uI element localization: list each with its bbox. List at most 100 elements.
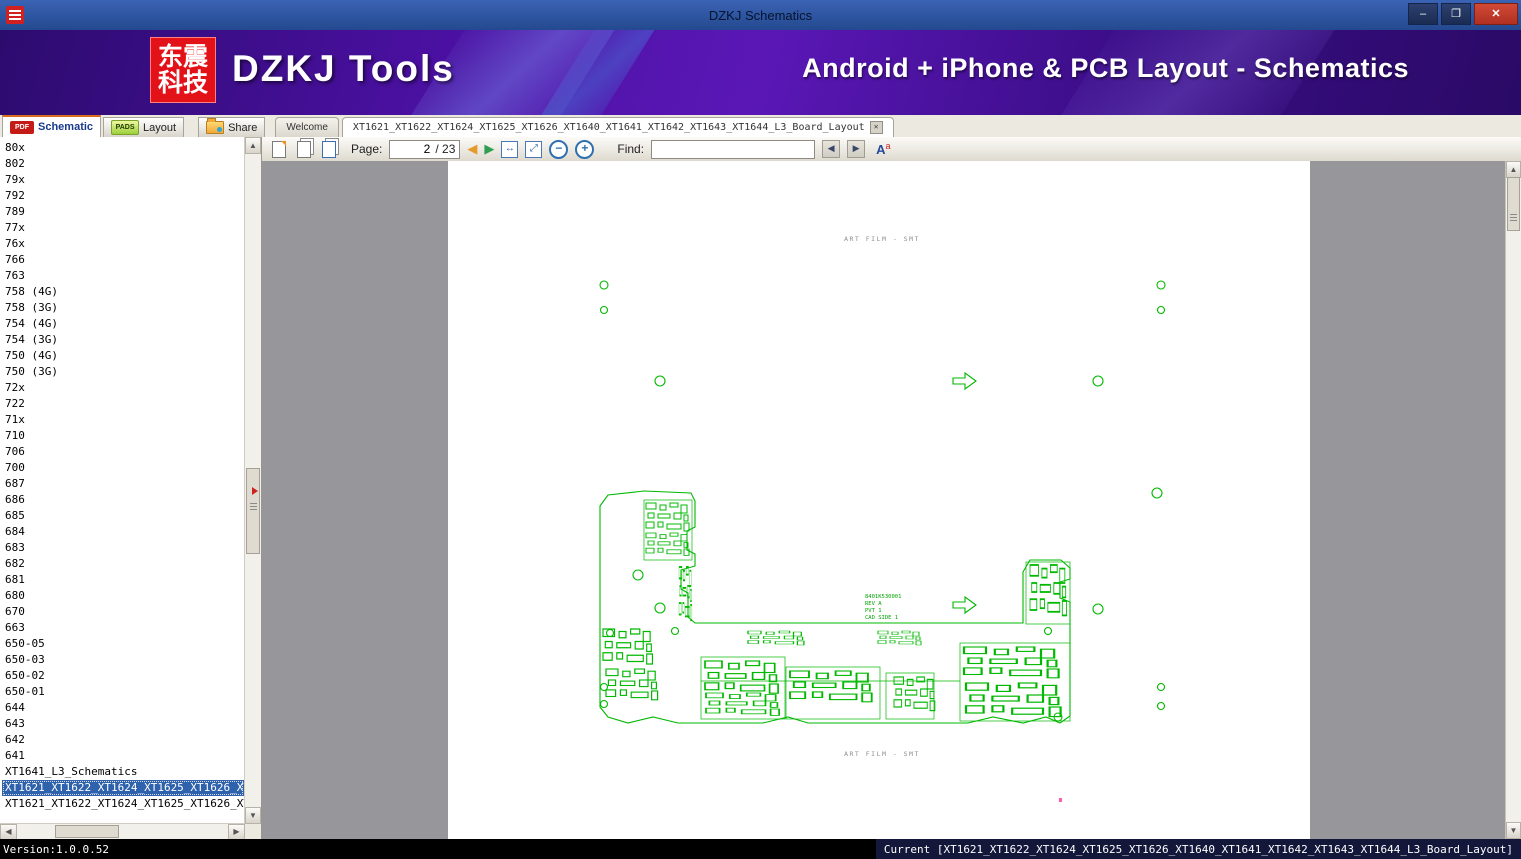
sidebar-vertical-scrollbar[interactable]: ▲ ▼ <box>244 137 261 824</box>
list-item[interactable]: 650-05 <box>2 636 244 652</box>
single-page-view-icon[interactable] <box>270 140 288 158</box>
find-label: Find: <box>617 142 645 156</box>
list-item[interactable]: 792 <box>2 188 244 204</box>
list-item[interactable]: 750 (3G) <box>2 364 244 380</box>
list-item[interactable]: 754 (3G) <box>2 332 244 348</box>
svg-text:REV A: REV A <box>865 601 882 607</box>
list-item[interactable]: 685 <box>2 508 244 524</box>
list-item[interactable]: 650-02 <box>2 668 244 684</box>
registration-targets <box>599 280 1166 711</box>
list-item[interactable]: XT1621_XT1622_XT1624_XT1625_XT1626_XT1 <box>2 780 244 796</box>
document-vertical-scrollbar[interactable]: ▲ ▼ <box>1505 161 1521 839</box>
art-film-footer: ART FILM - SMT <box>844 750 920 758</box>
list-item[interactable]: 642 <box>2 732 244 748</box>
scroll-up-icon[interactable]: ▲ <box>1506 161 1521 178</box>
doc-tab-board-layout[interactable]: XT1621_XT1622_XT1624_XT1625_XT1626_XT164… <box>341 117 894 137</box>
minimize-button[interactable]: – <box>1408 3 1438 25</box>
list-item[interactable]: 750 (4G) <box>2 348 244 364</box>
list-item[interactable]: 650-03 <box>2 652 244 668</box>
close-button[interactable]: ✕ <box>1474 3 1518 25</box>
version-text: Version:1.0.0.52 <box>3 842 109 856</box>
list-item[interactable]: 643 <box>2 716 244 732</box>
doc-tab-label: XT1621_XT1622_XT1624_XT1625_XT1626_XT164… <box>352 122 865 133</box>
list-item[interactable]: 766 <box>2 252 244 268</box>
app-name: DZKJ Tools <box>232 48 455 89</box>
scrollbar-thumb[interactable] <box>1507 177 1520 231</box>
list-item[interactable]: 670 <box>2 604 244 620</box>
prev-page-button[interactable]: ◀ <box>467 141 477 157</box>
font-size-button[interactable]: Aa <box>876 141 890 157</box>
list-item[interactable]: 682 <box>2 556 244 572</box>
doc-tab-welcome[interactable]: Welcome <box>275 117 339 137</box>
scroll-down-icon[interactable]: ▼ <box>245 807 261 824</box>
list-item[interactable]: 802 <box>2 156 244 172</box>
list-item[interactable]: 722 <box>2 396 244 412</box>
document-viewport: ART FILM - SMT 8401K530001 REV A PVT 1 C… <box>262 161 1521 839</box>
close-tab-icon[interactable]: ✕ <box>869 121 883 134</box>
list-item[interactable]: 763 <box>2 268 244 284</box>
scroll-up-icon[interactable]: ▲ <box>245 137 261 154</box>
list-item[interactable]: 641 <box>2 748 244 764</box>
find-input[interactable] <box>651 139 816 159</box>
direction-arrow-icon <box>952 596 977 614</box>
tab-layout[interactable]: PADS Layout <box>103 117 185 137</box>
scroll-left-icon[interactable]: ◀ <box>0 824 17 840</box>
pcb-board-drawing: ART FILM - SMT 8401K530001 REV A PVT 1 C… <box>599 235 1166 802</box>
scrollbar-thumb[interactable] <box>246 468 260 554</box>
sidebar-horizontal-scrollbar[interactable]: ◀ ▶ <box>0 823 245 840</box>
list-item[interactable]: 683 <box>2 540 244 556</box>
scrollbar-thumb[interactable] <box>55 825 119 838</box>
multi-page-view-icon[interactable] <box>320 140 338 158</box>
list-item[interactable]: 71x <box>2 412 244 428</box>
scroll-down-icon[interactable]: ▼ <box>1506 822 1521 839</box>
list-item[interactable]: 77x <box>2 220 244 236</box>
list-item[interactable]: 684 <box>2 524 244 540</box>
list-item[interactable]: 789 <box>2 204 244 220</box>
list-item[interactable]: 758 (4G) <box>2 284 244 300</box>
list-item[interactable]: XT1621_XT1622_XT1624_XT1625_XT1626_XT1 <box>2 796 244 812</box>
pdf-toolbar: Page: / 23 ◀ ▶ ↔ ⤢ − + Find: ◀ ▶ Aa <box>261 137 1521 162</box>
list-item[interactable]: XT1641_L3_Schematics <box>2 764 244 780</box>
find-next-button[interactable]: ▶ <box>847 140 866 158</box>
list-item[interactable]: 680 <box>2 588 244 604</box>
splitter-collapse-icon[interactable] <box>252 487 258 495</box>
list-item[interactable]: 650-01 <box>2 684 244 700</box>
zoom-in-button[interactable]: + <box>575 139 595 159</box>
copy-page-icon[interactable] <box>295 140 313 158</box>
fit-width-button[interactable]: ↔ <box>501 140 519 158</box>
list-item[interactable]: 80x <box>2 140 244 156</box>
page-label: Page: <box>351 142 383 156</box>
list-item[interactable]: 754 (4G) <box>2 316 244 332</box>
list-item[interactable]: 663 <box>2 620 244 636</box>
list-item[interactable]: 686 <box>2 492 244 508</box>
list-item[interactable]: 79x <box>2 172 244 188</box>
page-input[interactable] <box>394 141 433 157</box>
pdf-page: ART FILM - SMT 8401K530001 REV A PVT 1 C… <box>448 161 1310 839</box>
doc-tab-label: Welcome <box>286 122 328 133</box>
scrollbar-corner <box>245 824 261 839</box>
maximize-button[interactable]: ❐ <box>1441 3 1471 25</box>
status-bar: Version:1.0.0.52 Current [XT1621_XT1622_… <box>0 839 1521 859</box>
list-item[interactable]: 758 (3G) <box>2 300 244 316</box>
board-outline <box>599 490 1071 724</box>
list-item[interactable]: 76x <box>2 236 244 252</box>
list-item[interactable]: 681 <box>2 572 244 588</box>
tab-schematic[interactable]: PDF Schematic <box>2 115 102 137</box>
list-item[interactable]: 644 <box>2 700 244 716</box>
list-item[interactable]: 710 <box>2 428 244 444</box>
fit-page-button[interactable]: ⤢ <box>525 140 543 158</box>
art-film-header: ART FILM - SMT <box>844 235 920 243</box>
app-window: DZKJ Schematics – ❐ ✕ 东震 科技 DZKJ Tools A… <box>0 0 1521 859</box>
list-item[interactable]: 687 <box>2 476 244 492</box>
svg-text:CAD SIDE 1: CAD SIDE 1 <box>865 615 898 621</box>
schematic-sidebar: 80x 802 79x 792 789 77x 76x 766 763 758 (4G) 758 (… <box>0 137 262 840</box>
list-item[interactable]: 700 <box>2 460 244 476</box>
list-item[interactable]: 72x <box>2 380 244 396</box>
scroll-right-icon[interactable]: ▶ <box>228 824 245 840</box>
tab-share[interactable]: Share <box>198 117 266 137</box>
pads-icon: PADS <box>111 120 140 135</box>
zoom-out-button[interactable]: − <box>549 139 569 159</box>
next-page-button[interactable]: ▶ <box>484 141 494 157</box>
find-prev-button[interactable]: ◀ <box>822 140 841 158</box>
list-item[interactable]: 706 <box>2 444 244 460</box>
